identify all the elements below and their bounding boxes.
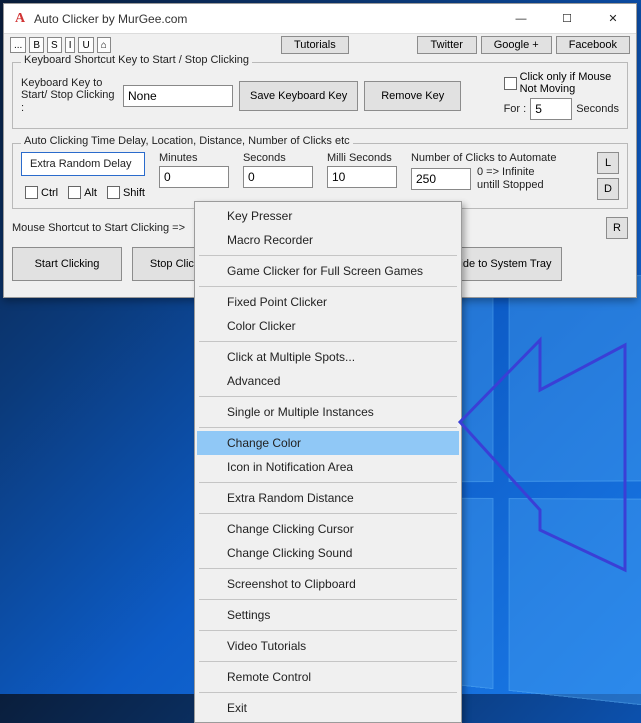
menu-item-icon-in-notification-area[interactable]: Icon in Notification Area bbox=[197, 455, 459, 479]
click-only-label: Click only if Mouse Not Moving bbox=[520, 71, 612, 95]
facebook-button[interactable]: Facebook bbox=[556, 36, 630, 54]
close-button[interactable]: ✕ bbox=[590, 4, 636, 33]
for-seconds-input[interactable] bbox=[530, 98, 572, 120]
seconds-label: Seconds bbox=[576, 103, 619, 115]
menu-item-video-tutorials[interactable]: Video Tutorials bbox=[197, 634, 459, 658]
menu-separator bbox=[199, 341, 457, 342]
for-label: For : bbox=[504, 103, 527, 115]
ctrl-checkbox[interactable]: Ctrl bbox=[25, 186, 58, 199]
mini-btn-0[interactable]: ... bbox=[10, 37, 26, 53]
mouse-shortcut-label: Mouse Shortcut to Start Clicking => bbox=[12, 222, 185, 234]
shift-checkbox[interactable]: Shift bbox=[107, 186, 145, 199]
mini-btn-3[interactable]: I bbox=[65, 37, 76, 53]
extra-random-delay-button[interactable]: Extra Random Delay bbox=[21, 152, 145, 176]
milli-label: Milli Seconds bbox=[327, 152, 397, 164]
save-keyboard-key-button[interactable]: Save Keyboard Key bbox=[239, 81, 358, 111]
click-only-if-mouse-not-moving-checkbox[interactable]: Click only if Mouse Not Moving bbox=[504, 71, 619, 95]
r-button[interactable]: R bbox=[606, 217, 628, 239]
menu-item-game-clicker-for-full-screen-games[interactable]: Game Clicker for Full Screen Games bbox=[197, 259, 459, 283]
menu-item-change-clicking-sound[interactable]: Change Clicking Sound bbox=[197, 541, 459, 565]
tutorials-button[interactable]: Tutorials bbox=[281, 36, 349, 54]
time-delay-group: Auto Clicking Time Delay, Location, Dist… bbox=[12, 143, 628, 209]
maximize-button[interactable]: ☐ bbox=[544, 4, 590, 33]
seconds-label-2: Seconds bbox=[243, 152, 313, 164]
menu-item-change-clicking-cursor[interactable]: Change Clicking Cursor bbox=[197, 517, 459, 541]
titlebar[interactable]: A Auto Clicker by MurGee.com — ☐ ✕ bbox=[4, 4, 636, 34]
menu-separator bbox=[199, 692, 457, 693]
mini-btn-1[interactable]: B bbox=[29, 37, 44, 53]
menu-item-remote-control[interactable]: Remote Control bbox=[197, 665, 459, 689]
minutes-label: Minutes bbox=[159, 152, 229, 164]
menu-separator bbox=[199, 661, 457, 662]
remove-key-button[interactable]: Remove Key bbox=[364, 81, 461, 111]
menu-separator bbox=[199, 396, 457, 397]
d-button[interactable]: D bbox=[597, 178, 619, 200]
menu-separator bbox=[199, 568, 457, 569]
menu-item-key-presser[interactable]: Key Presser bbox=[197, 204, 459, 228]
shortcut-key-input[interactable] bbox=[123, 85, 233, 107]
context-menu: Key PresserMacro Recorder Game Clicker fo… bbox=[194, 201, 462, 723]
seconds-input[interactable] bbox=[243, 166, 313, 188]
menu-item-advanced[interactable]: Advanced bbox=[197, 369, 459, 393]
menu-item-click-at-multiple-spots[interactable]: Click at Multiple Spots... bbox=[197, 345, 459, 369]
group1-label: Keyboard Shortcut Key to Start / Stop Cl… bbox=[21, 54, 252, 66]
menu-item-color-clicker[interactable]: Color Clicker bbox=[197, 314, 459, 338]
mini-btn-2[interactable]: S bbox=[47, 37, 62, 53]
menu-separator bbox=[199, 427, 457, 428]
mini-btn-5[interactable]: ⌂ bbox=[97, 37, 111, 53]
menu-separator bbox=[199, 286, 457, 287]
twitter-button[interactable]: Twitter bbox=[417, 36, 477, 54]
mini-toolbar: ... B S I U ⌂ bbox=[10, 37, 111, 53]
app-icon: A bbox=[12, 11, 28, 27]
milliseconds-input[interactable] bbox=[327, 166, 397, 188]
menu-item-extra-random-distance[interactable]: Extra Random Distance bbox=[197, 486, 459, 510]
number-of-clicks-input[interactable] bbox=[411, 168, 471, 190]
l-button[interactable]: L bbox=[597, 152, 619, 174]
menu-item-single-or-multiple-instances[interactable]: Single or Multiple Instances bbox=[197, 400, 459, 424]
start-clicking-button[interactable]: Start Clicking bbox=[12, 247, 122, 281]
menu-item-screenshot-to-clipboard[interactable]: Screenshot to Clipboard bbox=[197, 572, 459, 596]
menu-item-exit[interactable]: Exit bbox=[197, 696, 459, 720]
google-button[interactable]: Google + bbox=[481, 36, 552, 54]
menu-separator bbox=[199, 513, 457, 514]
infinite-label: 0 => Infinite untill Stopped bbox=[477, 166, 544, 191]
menu-item-change-color[interactable]: Change Color bbox=[197, 431, 459, 455]
alt-checkbox[interactable]: Alt bbox=[68, 186, 97, 199]
keyboard-shortcut-group: Keyboard Shortcut Key to Start / Stop Cl… bbox=[12, 62, 628, 129]
menu-separator bbox=[199, 255, 457, 256]
menu-item-fixed-point-clicker[interactable]: Fixed Point Clicker bbox=[197, 290, 459, 314]
minutes-input[interactable] bbox=[159, 166, 229, 188]
key-to-clicking-label: Keyboard Key to Start/ Stop Clicking : bbox=[21, 77, 117, 115]
menu-separator bbox=[199, 630, 457, 631]
menu-item-macro-recorder[interactable]: Macro Recorder bbox=[197, 228, 459, 252]
menu-separator bbox=[199, 482, 457, 483]
group2-label: Auto Clicking Time Delay, Location, Dist… bbox=[21, 135, 353, 147]
window-title: Auto Clicker by MurGee.com bbox=[34, 12, 498, 26]
clicks-label: Number of Clicks to Automate bbox=[411, 152, 583, 164]
minimize-button[interactable]: — bbox=[498, 4, 544, 33]
menu-item-settings[interactable]: Settings bbox=[197, 603, 459, 627]
menu-separator bbox=[199, 599, 457, 600]
mini-btn-4[interactable]: U bbox=[78, 37, 93, 53]
